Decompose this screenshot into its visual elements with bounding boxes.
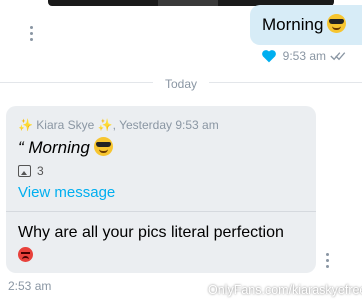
quoted-message-time: , Yesterday 9:53 am: [112, 118, 219, 132]
incoming-message-time: 2:53 am: [8, 279, 52, 293]
sunglasses-emoji-icon: [93, 137, 113, 156]
quote-separator: [6, 211, 316, 212]
sunglasses-emoji-icon: [327, 14, 347, 33]
sparkles-icon: ✨: [97, 118, 113, 132]
incoming-message-bubble[interactable]: ✨ Kiara Skye ✨, Yesterday 9:53 am “ Morn…: [6, 106, 316, 273]
quoted-message-header: ✨ Kiara Skye ✨, Yesterday 9:53 am: [18, 118, 219, 132]
outgoing-message-bubble[interactable]: Morning: [250, 5, 362, 45]
media-count: 3: [18, 164, 44, 178]
heart-icon[interactable]: [261, 49, 277, 63]
outgoing-message-meta: 9:53 am: [261, 49, 348, 63]
day-separator-label: Today: [152, 77, 210, 91]
more-options-icon[interactable]: [322, 253, 332, 271]
incoming-message-text: Why are all your pics literal perfection: [18, 222, 308, 269]
image-icon: [18, 165, 31, 177]
outgoing-message-time: 9:53 am: [282, 49, 326, 63]
day-separator: Today: [0, 75, 362, 93]
more-options-icon[interactable]: [26, 26, 36, 44]
quoted-message-text: “ Morning: [18, 137, 113, 158]
sparkles-icon: ✨: [18, 118, 33, 132]
view-message-link[interactable]: View message: [18, 184, 115, 201]
angry-face-emoji-icon: [18, 247, 33, 262]
media-count-value: 3: [37, 164, 44, 178]
outgoing-message-text: Morning: [262, 15, 324, 34]
quoted-sender-name: Kiara Skye: [36, 118, 95, 132]
double-check-icon: [330, 52, 346, 61]
watermark: OnlyFans.com/kiaraskyefree: [208, 283, 362, 297]
